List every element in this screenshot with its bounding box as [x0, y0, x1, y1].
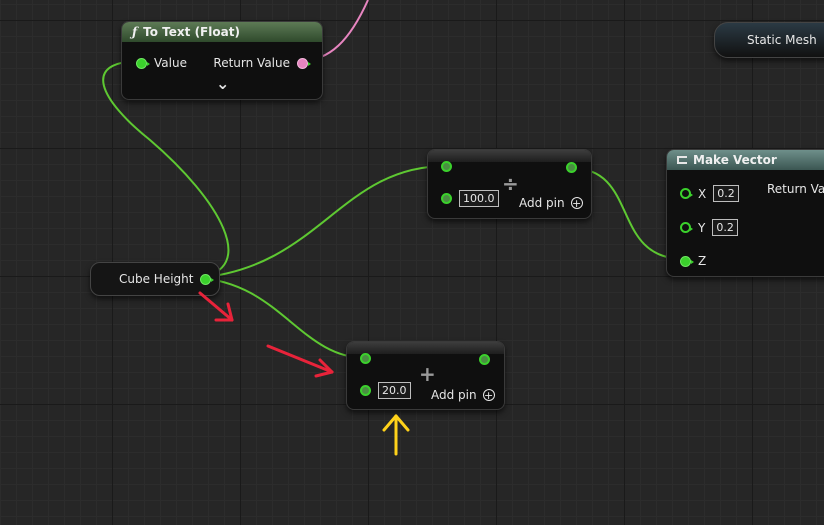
red-arrow-1-icon	[198, 291, 234, 322]
red-arrow-2-icon	[266, 344, 334, 378]
annotation-arrows	[198, 291, 410, 456]
yellow-arrow-icon	[382, 414, 410, 456]
